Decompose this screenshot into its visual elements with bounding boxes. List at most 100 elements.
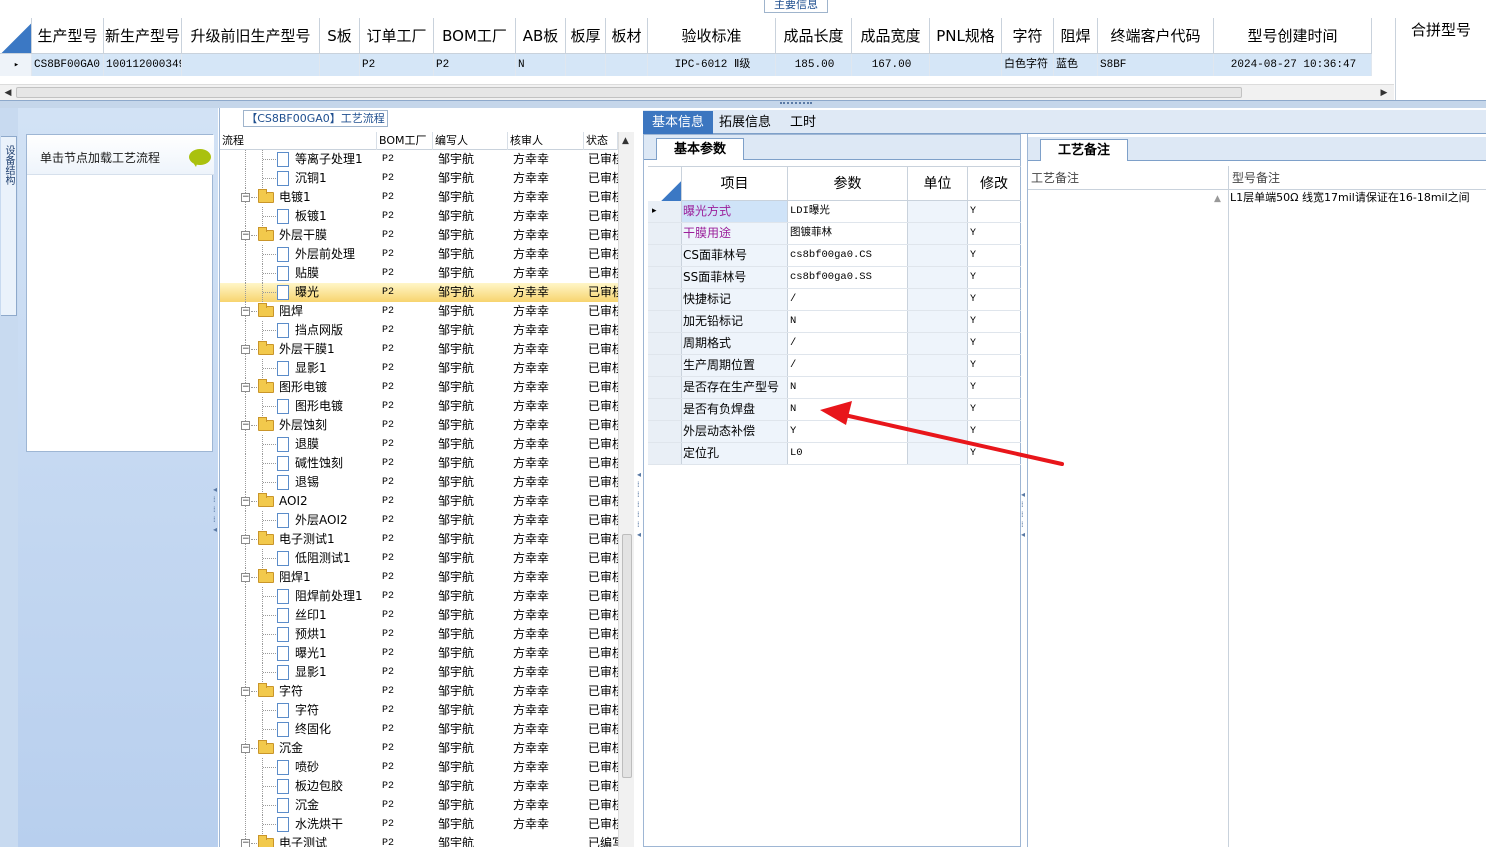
hscroll-thumb[interactable] [16,87,1242,98]
tree-vscrollbar[interactable]: ▲ [618,132,634,847]
param-row[interactable]: 生产周期位置 / Y [648,355,1021,377]
tree-group-row[interactable]: − 图形电镀 P2 邹宇航 方幸幸 已审核 [220,378,618,397]
tree-node-cell[interactable]: 水洗烘干 [220,815,377,834]
tree-node-cell[interactable]: − 字符 [220,682,377,701]
col-width[interactable]: 成品宽度 [852,18,930,54]
tree-node-cell[interactable]: − AOI2 [220,492,377,511]
col-old-model[interactable]: 升级前旧生产型号 [182,18,320,54]
cell-material[interactable] [606,54,648,76]
tree-step-row[interactable]: 曝光 P2 邹宇航 方幸幸 已审核 [220,283,618,302]
param-row[interactable]: 定位孔 L0 Y [648,443,1021,465]
collapse-node-icon[interactable]: − [241,535,250,544]
param-value-cell[interactable]: / [788,355,908,376]
param-row[interactable]: 是否有负焊盘 N Y [648,399,1021,421]
tree-vscroll-thumb[interactable] [622,534,632,778]
main-grid-corner[interactable] [0,18,32,54]
cell-bom-factory[interactable]: P2 [434,54,516,76]
tree-node-cell[interactable]: 沉铜1 [220,169,377,188]
tree-node-cell[interactable]: − 沉金 [220,739,377,758]
tree-step-row[interactable]: 水洗烘干 P2 邹宇航 方幸幸 已审核 [220,815,618,834]
scroll-up-icon[interactable]: ▲ [1214,194,1221,204]
tree-step-row[interactable]: 显影1 P2 邹宇航 方幸幸 已审核 [220,663,618,682]
col-status[interactable]: 状态 [584,132,618,150]
tree-node-cell[interactable]: − 外层干膜 [220,226,377,245]
cell-old-model[interactable] [182,54,320,76]
tree-step-row[interactable]: 碱性蚀刻 P2 邹宇航 方幸幸 已审核 [220,454,618,473]
col-item[interactable]: 项目 [682,167,788,201]
param-value-cell[interactable]: N [788,311,908,332]
tree-node-cell[interactable]: 终固化 [220,720,377,739]
param-value-cell[interactable]: L0 [788,443,908,464]
cell-model[interactable]: CS8BF00GA0 [32,54,104,76]
tree-node-cell[interactable]: − 图形电镀 [220,378,377,397]
tree-node-cell[interactable]: 贴膜 [220,264,377,283]
col-unit[interactable]: 单位 [908,167,968,201]
col-param[interactable]: 参数 [788,167,908,201]
col-modify[interactable]: 修改 [968,167,1020,201]
param-row[interactable]: 周期格式 / Y [648,333,1021,355]
collapse-node-icon[interactable]: − [241,497,250,506]
param-value-cell[interactable]: cs8bf00ga0.SS [788,267,908,288]
tree-node-cell[interactable]: 低阻测试1 [220,549,377,568]
cell-acceptance[interactable]: IPC-6012 Ⅱ级 [648,54,776,76]
main-grid-row[interactable]: ▸CS8BF00GA010011200034920P2P2NIPC-6012 Ⅱ… [0,54,1372,76]
col-model[interactable]: 生产型号 [32,18,104,54]
collapse-node-icon[interactable]: − [241,573,250,582]
tree-step-row[interactable]: 等离子处理1 P2 邹宇航 方幸幸 已审核 [220,150,618,169]
row-indicator-icon[interactable]: ▸ [0,54,32,76]
col-acceptance[interactable]: 验收标准 [648,18,776,54]
tree-node-cell[interactable]: 显影1 [220,663,377,682]
tree-node-cell[interactable]: 显影1 [220,359,377,378]
tree-node-cell[interactable]: 阻焊前处理1 [220,587,377,606]
tree-step-row[interactable]: 退膜 P2 邹宇航 方幸幸 已审核 [220,435,618,454]
cell-end-customer[interactable]: S8BF [1098,54,1214,76]
tree-group-row[interactable]: − 外层干膜1 P2 邹宇航 方幸幸 已审核 [220,340,618,359]
param-value-cell[interactable]: 图镀菲林 [788,223,908,244]
row-header[interactable] [648,355,682,376]
collapse-node-icon[interactable]: − [241,345,250,354]
tree-step-row[interactable]: 预烘1 P2 邹宇航 方幸幸 已审核 [220,625,618,644]
tree-step-row[interactable]: 挡点网版 P2 邹宇航 方幸幸 已审核 [220,321,618,340]
tree-node-cell[interactable]: 外层前处理 [220,245,377,264]
param-row[interactable]: 外层动态补偿 Y Y [648,421,1021,443]
tree-group-row[interactable]: − 外层蚀刻 P2 邹宇航 方幸幸 已审核 [220,416,618,435]
cell-char[interactable]: 白色字符 [1002,54,1054,76]
param-row[interactable]: 干膜用途 图镀菲林 Y [648,223,1021,245]
tree-step-row[interactable]: 丝印1 P2 邹宇航 方幸幸 已审核 [220,606,618,625]
param-value-cell[interactable]: LDI曝光 [788,201,908,222]
col-pnl[interactable]: PNL规格 [930,18,1002,54]
tree-group-row[interactable]: − 沉金 P2 邹宇航 方幸幸 已审核 [220,739,618,758]
cell-pnl[interactable] [930,54,1002,76]
tab-process-notes[interactable]: 工艺备注 [1040,139,1128,161]
tree-node-cell[interactable]: 板镀1 [220,207,377,226]
tree-node-cell[interactable]: 丝印1 [220,606,377,625]
row-header[interactable] [648,245,682,266]
param-value-cell[interactable]: / [788,289,908,310]
tree-node-cell[interactable]: 碱性蚀刻 [220,454,377,473]
row-header[interactable] [648,311,682,332]
tree-step-row[interactable]: 贴膜 P2 邹宇航 方幸幸 已审核 [220,264,618,283]
tree-step-row[interactable]: 外层AOI2 P2 邹宇航 方幸幸 已审核 [220,511,618,530]
tree-node-cell[interactable]: 曝光1 [220,644,377,663]
tab-equipment-structure[interactable]: 设备结构 [1,136,17,316]
tree-step-row[interactable]: 沉铜1 P2 邹宇航 方幸幸 已审核 [220,169,618,188]
tree-node-cell[interactable]: 退锡 [220,473,377,492]
col-material[interactable]: 板材 [606,18,648,54]
tree-node-cell[interactable]: 退膜 [220,435,377,454]
col-solder[interactable]: 阻焊 [1054,18,1098,54]
row-header[interactable] [648,333,682,354]
param-row[interactable]: 是否存在生产型号 N Y [648,377,1021,399]
cell-new-model[interactable]: 10011200034920 [104,54,182,76]
tree-group-row[interactable]: − 电镀1 P2 邹宇航 方幸幸 已审核 [220,188,618,207]
col-char[interactable]: 字符 [1002,18,1054,54]
tab-extended-info[interactable]: 拓展信息 [713,111,777,134]
tree-group-row[interactable]: − 阻焊1 P2 邹宇航 方幸幸 已审核 [220,568,618,587]
tree-node-cell[interactable]: 等离子处理1 [220,150,377,169]
tab-basic-params[interactable]: 基本参数 [656,138,744,160]
col-length[interactable]: 成品长度 [776,18,852,54]
tree-node-cell[interactable]: 挡点网版 [220,321,377,340]
scroll-left-icon[interactable]: ◀ [2,87,14,99]
tree-node-cell[interactable]: − 电子测试1 [220,530,377,549]
row-indicator-icon[interactable]: ▸ [648,201,682,222]
param-row[interactable]: SS面菲林号 cs8bf00ga0.SS Y [648,267,1021,289]
